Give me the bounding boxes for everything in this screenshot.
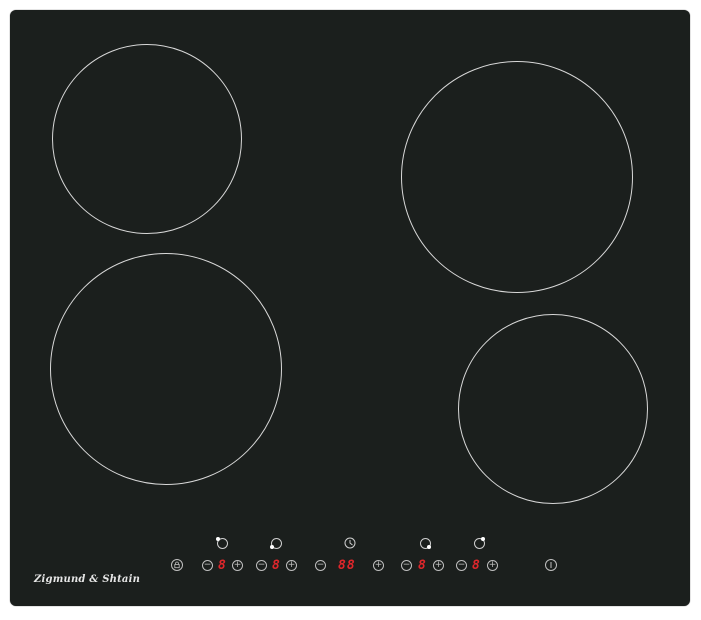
zone2-minus-button[interactable]: − [256, 560, 267, 571]
zone4-minus-button[interactable]: − [456, 560, 467, 571]
zone3-power-display: 8 [418, 558, 426, 573]
lock-icon[interactable] [171, 559, 183, 571]
brand-logo: Zigmund & Shtain [34, 574, 141, 585]
induction-hob-glass-panel: Zigmund & Shtain − 8 + − 8 + − 88 + − 8 … [10, 10, 690, 606]
cooking-zone-front-left [50, 253, 282, 485]
zone1-plus-button[interactable]: + [232, 560, 243, 571]
clock-icon [344, 537, 356, 549]
zone-front-right-icon [420, 538, 431, 549]
cooking-zone-front-right [458, 314, 648, 504]
zone3-plus-button[interactable]: + [433, 560, 444, 571]
zone-rear-right-icon [474, 537, 485, 549]
zone2-power-display: 8 [272, 558, 280, 573]
timer-display: 88 [338, 558, 356, 573]
zone3-minus-button[interactable]: − [401, 560, 412, 571]
zone1-power-display: 8 [218, 558, 226, 573]
cooking-zone-rear-left [52, 44, 242, 234]
zone4-plus-button[interactable]: + [487, 560, 498, 571]
timer-plus-button[interactable]: + [373, 560, 384, 571]
product-photo: Zigmund & Shtain − 8 + − 8 + − 88 + − 8 … [0, 0, 701, 620]
power-icon[interactable] [545, 559, 557, 571]
zone2-plus-button[interactable]: + [286, 560, 297, 571]
zone-front-left-icon [270, 538, 282, 549]
cooking-zone-rear-right [401, 61, 633, 293]
zone-rear-left-icon [216, 537, 228, 549]
zone4-power-display: 8 [472, 558, 480, 573]
timer-minus-button[interactable]: − [315, 560, 326, 571]
zone1-minus-button[interactable]: − [202, 560, 213, 571]
